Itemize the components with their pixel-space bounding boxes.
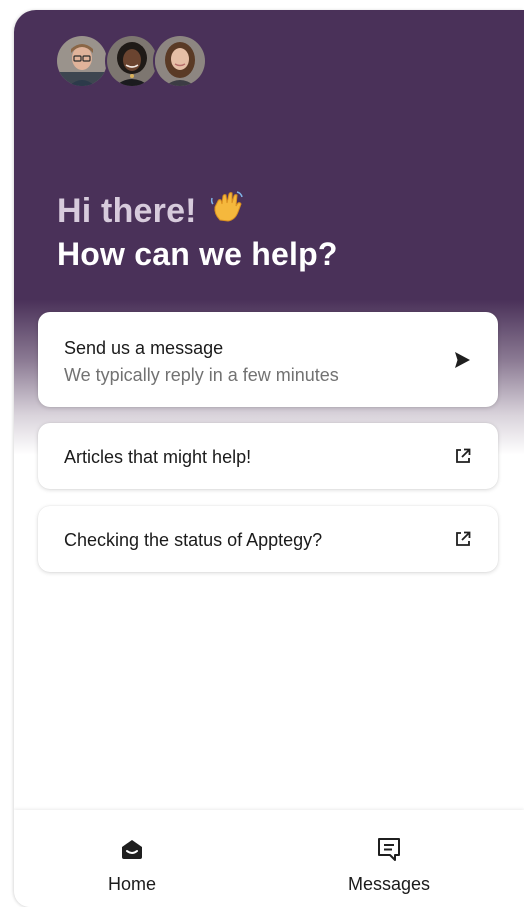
send-message-subtitle: We typically reply in a few minutes — [64, 365, 339, 385]
articles-title: Articles that might help! — [64, 447, 252, 467]
home-icon — [119, 836, 145, 867]
nav-home[interactable]: Home — [52, 810, 212, 907]
articles-card[interactable]: Articles that might help! — [38, 423, 498, 489]
messages-icon — [376, 836, 402, 867]
status-title: Checking the status of Apptegy? — [64, 530, 323, 550]
avatar — [55, 34, 109, 88]
avatar — [153, 34, 207, 88]
help-heading: How can we help? — [57, 236, 338, 272]
send-message-title: Send us a message — [64, 338, 224, 358]
nav-messages[interactable]: Messages — [309, 810, 469, 907]
nav-home-label: Home — [107, 874, 156, 894]
nav-messages-label: Messages — [347, 874, 431, 894]
greeting-heading: Hi there! — [57, 190, 244, 233]
external-link-icon — [454, 447, 472, 470]
send-arrow-icon — [452, 350, 472, 375]
external-link-icon — [454, 530, 472, 553]
bottom-navigation: Home Messages — [14, 810, 524, 907]
messenger-widget: Hi there! How can we help? Send us a mes… — [14, 10, 524, 907]
waving-hand-icon — [210, 190, 244, 233]
greeting-text: Hi there! — [57, 192, 197, 230]
avatar — [105, 34, 159, 88]
send-message-card[interactable]: Send us a message We typically reply in … — [38, 312, 498, 407]
status-card[interactable]: Checking the status of Apptegy? — [38, 506, 498, 572]
